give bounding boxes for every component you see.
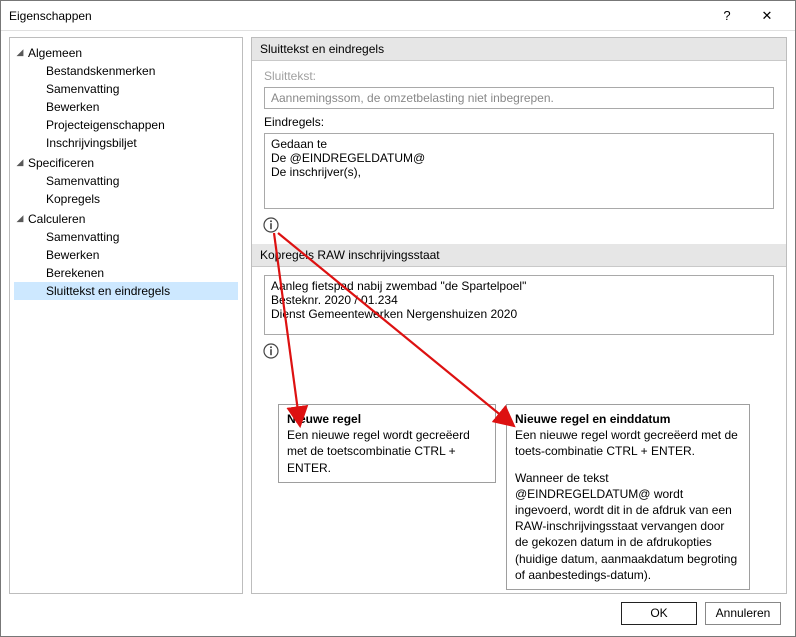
- tip1-text: Een nieuwe regel wordt gecreëerd met de …: [287, 427, 487, 476]
- caret-down-icon: ◢: [16, 158, 24, 166]
- tree-item[interactable]: Bestandskenmerken: [14, 62, 238, 80]
- tree-group-header[interactable]: ◢ Specificeren: [14, 154, 238, 172]
- tree-item[interactable]: Kopregels: [14, 190, 238, 208]
- dialog-title: Eigenschappen: [9, 9, 707, 23]
- close-button[interactable]: ✕: [747, 2, 787, 30]
- tree-group-header[interactable]: ◢ Algemeen: [14, 44, 238, 62]
- tree-item[interactable]: Inschrijvingsbiljet: [14, 134, 238, 152]
- cancel-button[interactable]: Annuleren: [705, 602, 781, 625]
- tip2-p2: Wanneer de tekst @EINDREGELDATUM@ wordt …: [515, 470, 741, 583]
- tip-nieuwe-regel: Nieuwe regel Een nieuwe regel wordt gecr…: [278, 404, 496, 483]
- sluittekst-input: [264, 87, 774, 109]
- tip2-title: Nieuwe regel en einddatum: [515, 411, 741, 427]
- info-icon[interactable]: [262, 342, 280, 360]
- tips-row: Nieuwe regel Een nieuwe regel wordt gecr…: [278, 404, 774, 590]
- tree-item[interactable]: Samenvatting: [14, 228, 238, 246]
- tree-group-label: Specificeren: [28, 156, 94, 170]
- content-pane: Sluittekst en eindregels Sluittekst: Ein…: [251, 37, 787, 594]
- kopregels-textarea[interactable]: [264, 275, 774, 335]
- info-icon[interactable]: [262, 216, 280, 234]
- caret-down-icon: ◢: [16, 48, 24, 56]
- tip-nieuwe-regel-einddatum: Nieuwe regel en einddatum Een nieuwe reg…: [506, 404, 750, 590]
- tip2-p1: Een nieuwe regel wordt gecreëerd met de …: [515, 427, 741, 459]
- tree-item[interactable]: Projecteigenschappen: [14, 116, 238, 134]
- section-header-kopregels: Kopregels RAW inschrijvingsstaat: [252, 244, 786, 267]
- nav-tree[interactable]: ◢AlgemeenBestandskenmerkenSamenvattingBe…: [9, 37, 243, 594]
- help-button[interactable]: ?: [707, 2, 747, 30]
- dialog-buttons: OK Annuleren: [1, 596, 795, 636]
- tree-item[interactable]: Samenvatting: [14, 80, 238, 98]
- tree-item[interactable]: Bewerken: [14, 246, 238, 264]
- tree-group-label: Calculeren: [28, 212, 85, 226]
- section-header-sluittekst: Sluittekst en eindregels: [252, 38, 786, 61]
- dialog-body: ◢AlgemeenBestandskenmerkenSamenvattingBe…: [1, 31, 795, 596]
- eindregels-label: Eindregels:: [264, 115, 774, 129]
- tree-item[interactable]: Berekenen: [14, 264, 238, 282]
- tree-group-label: Algemeen: [28, 46, 82, 60]
- tree-item[interactable]: Samenvatting: [14, 172, 238, 190]
- tree-group-header[interactable]: ◢ Calculeren: [14, 210, 238, 228]
- tree-item[interactable]: Sluittekst en eindregels: [14, 282, 238, 300]
- sluittekst-label: Sluittekst:: [264, 69, 774, 83]
- titlebar: Eigenschappen ? ✕: [1, 1, 795, 31]
- ok-button[interactable]: OK: [621, 602, 697, 625]
- tree-item[interactable]: Bewerken: [14, 98, 238, 116]
- eindregels-textarea[interactable]: [264, 133, 774, 209]
- caret-down-icon: ◢: [16, 214, 24, 222]
- tip1-title: Nieuwe regel: [287, 411, 487, 427]
- properties-dialog: Eigenschappen ? ✕ ◢ Algemeen Bestandskenme…: [0, 0, 796, 637]
